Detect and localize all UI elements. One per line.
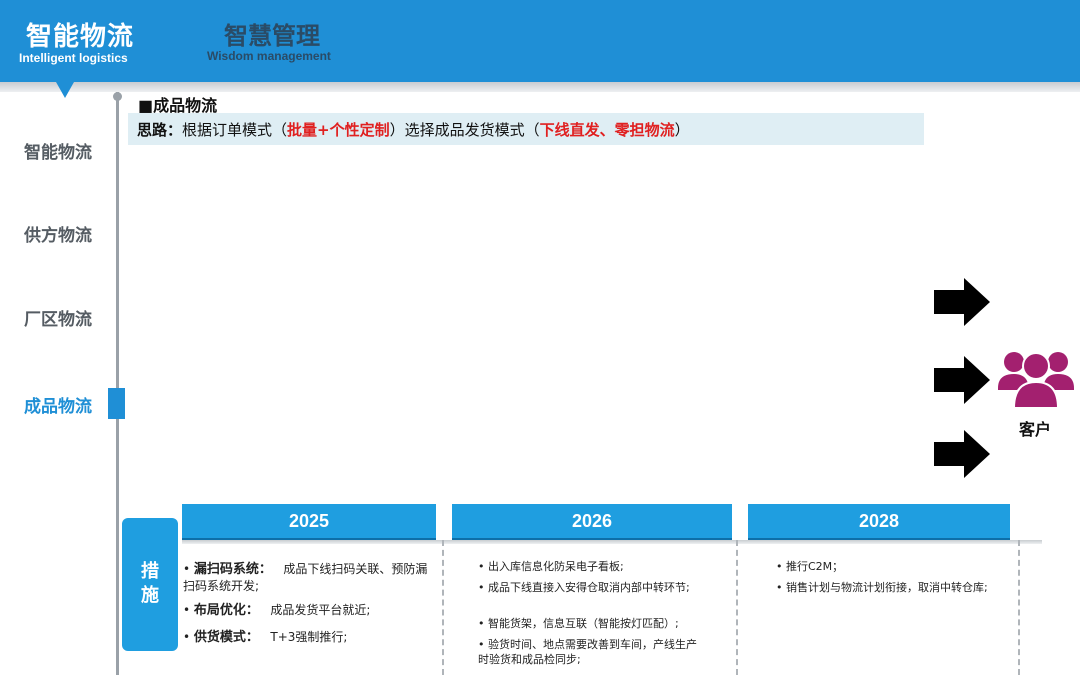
measure-item: • 布局优化： 成品发货平台就近; [183,603,371,618]
measure-item: • 推行C2M； [776,560,844,573]
column-divider [442,540,444,675]
tab-subtitle: Intelligent logistics [19,51,128,65]
nav-active-marker [108,388,125,419]
measure-item-text: T+3强制推行; [270,630,348,644]
year-2025-header: 2025 [182,504,436,538]
measure-item-text: 推行C2M； [786,560,844,573]
measures-top-rule [182,540,1042,544]
right-arrow-icon [934,356,990,404]
column-divider [1018,540,1020,675]
measure-item-text: 智能货架，信息互联（智能按灯匹配）; [488,617,679,630]
measure-item: • 出入库信息化防呆电子看板; [478,560,624,573]
nav-item-intelligent-logistics[interactable]: 智能物流 [24,138,92,163]
people-group-icon [998,352,1074,409]
banner-shadow [0,82,1080,92]
tab-title: 智能物流 [26,22,135,52]
measure-item: • 供货模式： T+3强制推行; [183,630,348,645]
measure-item-text: 出入库信息化防呆电子看板; [488,560,624,573]
idea-part: ）选择成品发货模式（ [389,121,540,139]
measures-tag: 措施 [122,518,178,651]
tab-intelligent-logistics[interactable]: 智能物流 Intelligent logistics [0,0,138,82]
measure-item-title: 供货模式： [193,630,259,645]
measure-item: • 销售计划与物流计划衔接，取消中转仓库; [776,581,988,594]
idea-label: 思路： [137,121,183,139]
year-2028-header: 2028 [748,504,1010,538]
nav-item-supplier-logistics[interactable]: 供方物流 [24,221,92,246]
measure-item: • 成品下线直接入安得仓取消内部中转环节; [478,581,690,594]
idea-part: 根据订单模式（ [182,121,288,139]
idea-highlight: 下线直发、零担物流 [539,121,675,139]
nav-timeline [116,92,119,675]
measure-item-text: 成品发货平台就近; [270,603,371,617]
idea-highlight: 批量+个性定制 [287,121,390,139]
active-tab-pointer [56,82,74,98]
nav-item-finished-goods-logistics[interactable]: 成品物流 [24,392,92,417]
right-arrow-icon [934,278,990,326]
tab-title: 智慧管理 [224,22,320,50]
measure-item-title: 布局优化： [193,603,259,618]
right-arrow-icon [934,430,990,478]
measure-item-text: 验货时间、地点需要改善到车间，产线生产时验货和成品检同步; [478,638,697,666]
top-banner [0,0,1080,82]
year-2026-header: 2026 [452,504,732,538]
nav-timeline-dot [113,92,122,101]
idea-text: 思路：根据订单模式（批量+个性定制）选择成品发货模式（下线直发、零担物流） [137,119,690,140]
column-divider [736,540,738,675]
measure-item-text: 销售计划与物流计划衔接，取消中转仓库; [786,581,988,594]
measure-item: • 漏扫码系统： 成品下线扫码关联、预防漏 扫码系统开发; [183,562,428,593]
measure-item-text: 成品下线直接入安得仓取消内部中转环节; [488,581,690,594]
idea-part: ） [674,121,690,139]
nav-item-plant-logistics[interactable]: 厂区物流 [24,305,92,330]
customer-label: 客户 [1019,420,1052,439]
tab-subtitle: Wisdom management [207,49,331,63]
measure-item-title: 漏扫码系统： [193,562,272,577]
measure-item: • 智能货架，信息互联（智能按灯匹配）; [478,617,679,630]
measure-item: • 验货时间、地点需要改善到车间，产线生产时验货和成品检同步; [478,638,697,666]
measures-label: 措施 [141,561,159,606]
